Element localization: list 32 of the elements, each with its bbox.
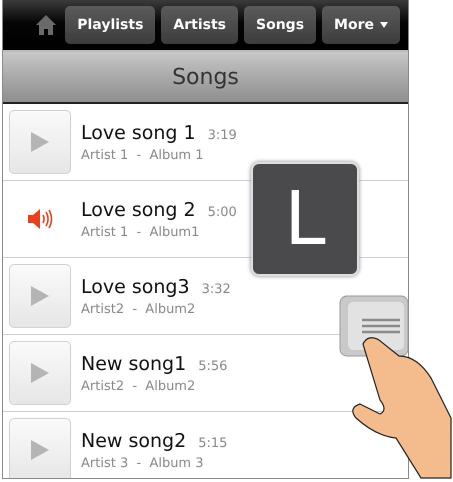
play-button[interactable]: [9, 110, 71, 174]
song-title: Love song 1: [81, 122, 196, 144]
song-duration: 5:56: [198, 358, 228, 374]
song-duration: 3:19: [208, 128, 237, 142]
nav-tab[interactable]: Songs: [244, 6, 316, 44]
song-duration: 5:00: [208, 204, 237, 220]
song-duration: 3:32: [202, 282, 231, 296]
artist-album: Artist 1 - Album1: [81, 224, 200, 240]
play-button[interactable]: [9, 264, 71, 328]
artist-album: Artist 3 - Album 3: [81, 456, 205, 470]
nav-tab[interactable]: Artists: [161, 6, 238, 44]
nav-tab[interactable]: More: [322, 6, 400, 44]
caret-icon: [380, 22, 388, 28]
song-title: Love song3: [81, 276, 190, 298]
home-icon[interactable]: [35, 14, 58, 36]
song-title: New song2: [81, 430, 186, 452]
song-title: New song1: [81, 352, 186, 374]
index-letter-popup: L: [251, 162, 359, 276]
screen-title: Songs: [172, 64, 239, 90]
play-icon: [29, 438, 51, 462]
speaker-icon: [27, 208, 53, 230]
artist-album: Artist 1 - Album 1: [81, 148, 205, 162]
nav-tab[interactable]: Playlists: [65, 6, 156, 44]
play-icon: [29, 361, 51, 385]
play-button[interactable]: [9, 418, 71, 478]
song-title: Love song 2: [81, 198, 196, 220]
play-icon: [29, 130, 51, 154]
song-duration: 5:15: [198, 436, 228, 450]
artist-album: Artist2 - Album2: [81, 302, 196, 316]
play-icon: [29, 284, 51, 308]
play-button[interactable]: [9, 341, 71, 405]
artist-album: Artist2 - Album2: [81, 378, 196, 394]
